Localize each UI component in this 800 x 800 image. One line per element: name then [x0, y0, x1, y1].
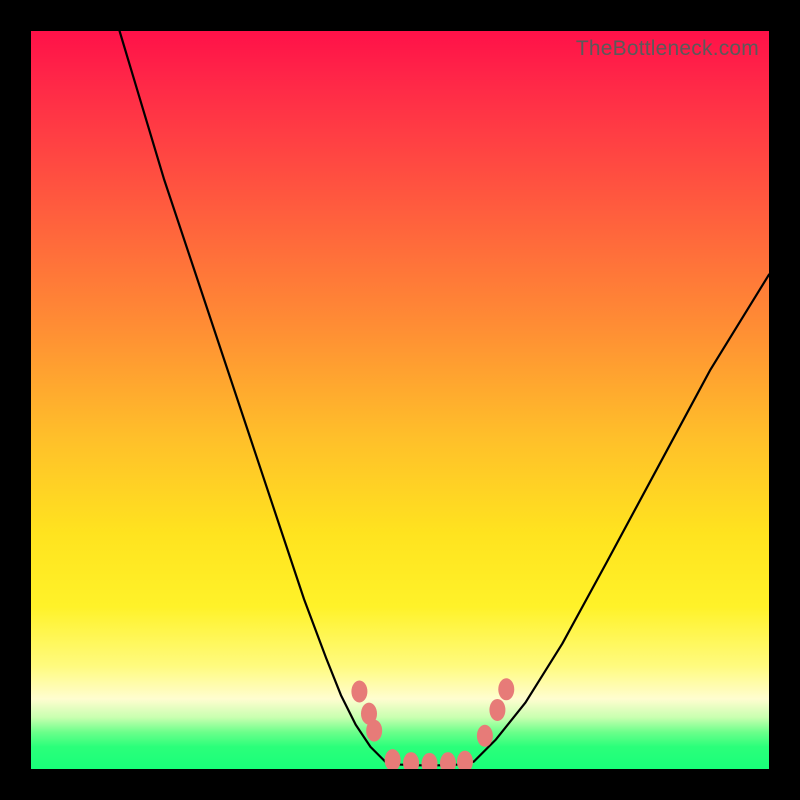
marker-point [489, 699, 505, 721]
marker-point [498, 678, 514, 700]
bottleneck-curve [120, 31, 769, 765]
chart-svg [31, 31, 769, 769]
chart-frame: TheBottleneck.com [0, 0, 800, 800]
chart-plot-area: TheBottleneck.com [31, 31, 769, 769]
marker-point [366, 720, 382, 742]
marker-point [385, 749, 401, 769]
marker-point [403, 752, 419, 769]
marker-point [457, 751, 473, 769]
marker-point [477, 725, 493, 747]
marker-point [440, 752, 456, 769]
marker-point [351, 681, 367, 703]
marker-point [422, 753, 438, 769]
